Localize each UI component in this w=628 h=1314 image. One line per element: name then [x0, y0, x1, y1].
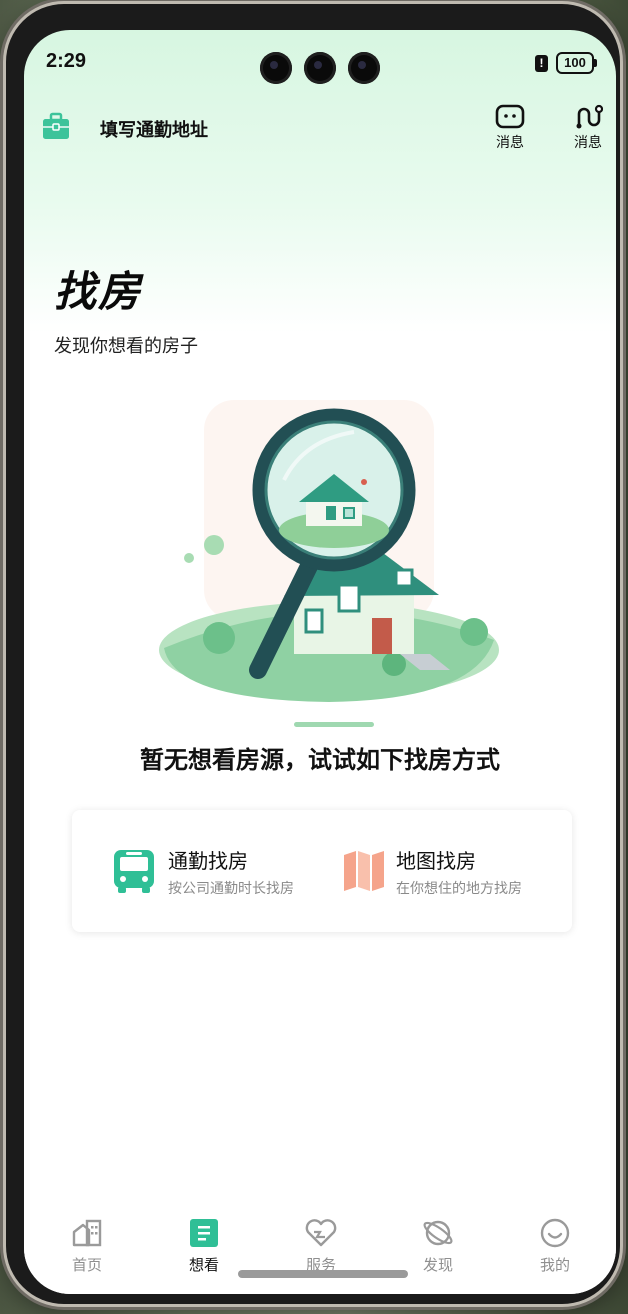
battery-icon: 100: [556, 52, 597, 74]
alert-icon: !: [535, 54, 548, 72]
tab-wishlist[interactable]: 想看: [164, 1218, 244, 1275]
phone-frame: 2:29 ! 100 填写通勤地址 消息 消息 找房 发现你想看的房子 暂无想看…: [6, 4, 620, 1304]
status-indicators: ! 100: [535, 52, 597, 74]
message-button-label: 消息: [496, 135, 524, 151]
tab-profile[interactable]: 我的: [515, 1218, 595, 1275]
map-search-desc: 在你想住的地方找房: [396, 880, 522, 897]
briefcase-icon[interactable]: [42, 112, 70, 140]
status-time: 2:29: [46, 50, 87, 72]
empty-house-search-illustration: [159, 400, 499, 727]
message-button[interactable]: 消息: [488, 104, 532, 152]
app-screen: 2:29 ! 100 填写通勤地址 消息 消息 找房 发现你想看的房子 暂无想看…: [24, 30, 616, 1294]
camera-lens-icon: [260, 52, 292, 84]
empty-state-title: 暂无想看房源，试试如下找房方式: [140, 746, 500, 774]
map-search-option[interactable]: 地图找房 在你想住的地方找房: [342, 810, 522, 932]
tab-home-label: 首页: [71, 1256, 102, 1274]
discover-icon: [423, 1220, 453, 1246]
header-bar: 填写通勤地址 消息 消息: [24, 104, 616, 164]
home-icon: [72, 1219, 102, 1247]
tab-discover-label: 发现: [422, 1256, 453, 1274]
page-subtitle: 发现你想看的房子: [54, 336, 198, 357]
route-icon: [576, 104, 603, 129]
bottom-tab-bar: 首页 想看 服务 发现 我的: [24, 1198, 616, 1294]
commute-address-link[interactable]: 填写通勤地址: [100, 116, 208, 142]
status-bar: 2:29 ! 100: [24, 30, 616, 94]
wishlist-icon: [190, 1219, 218, 1247]
tab-discover[interactable]: 发现: [398, 1218, 478, 1275]
commute-search-desc: 按公司通勤时长找房: [168, 880, 294, 897]
tab-wishlist-label: 想看: [188, 1256, 219, 1274]
tab-service[interactable]: 服务: [281, 1218, 361, 1275]
map-icon: [344, 851, 384, 891]
commute-search-option[interactable]: 通勤找房 按公司通勤时长找房: [110, 810, 294, 932]
camera-lens-icon: [304, 52, 336, 84]
camera-lens-icon: [348, 52, 380, 84]
message-button-route[interactable]: 消息: [566, 104, 610, 152]
commute-search-title: 通勤找房: [168, 848, 248, 873]
message-button-label: 消息: [574, 135, 602, 151]
map-search-title: 地图找房: [396, 848, 476, 873]
bus-icon: [114, 850, 154, 893]
chat-bubble-icon: [495, 104, 525, 129]
tab-home[interactable]: 首页: [47, 1218, 127, 1275]
tab-profile-label: 我的: [539, 1256, 570, 1274]
search-options-card: 通勤找房 按公司通勤时长找房 地图找房 在你想住的地方找房: [72, 810, 572, 932]
service-icon: [305, 1219, 337, 1247]
home-indicator-bar[interactable]: [238, 1270, 408, 1278]
page-title: 找房: [54, 267, 143, 316]
profile-icon: [540, 1218, 570, 1248]
